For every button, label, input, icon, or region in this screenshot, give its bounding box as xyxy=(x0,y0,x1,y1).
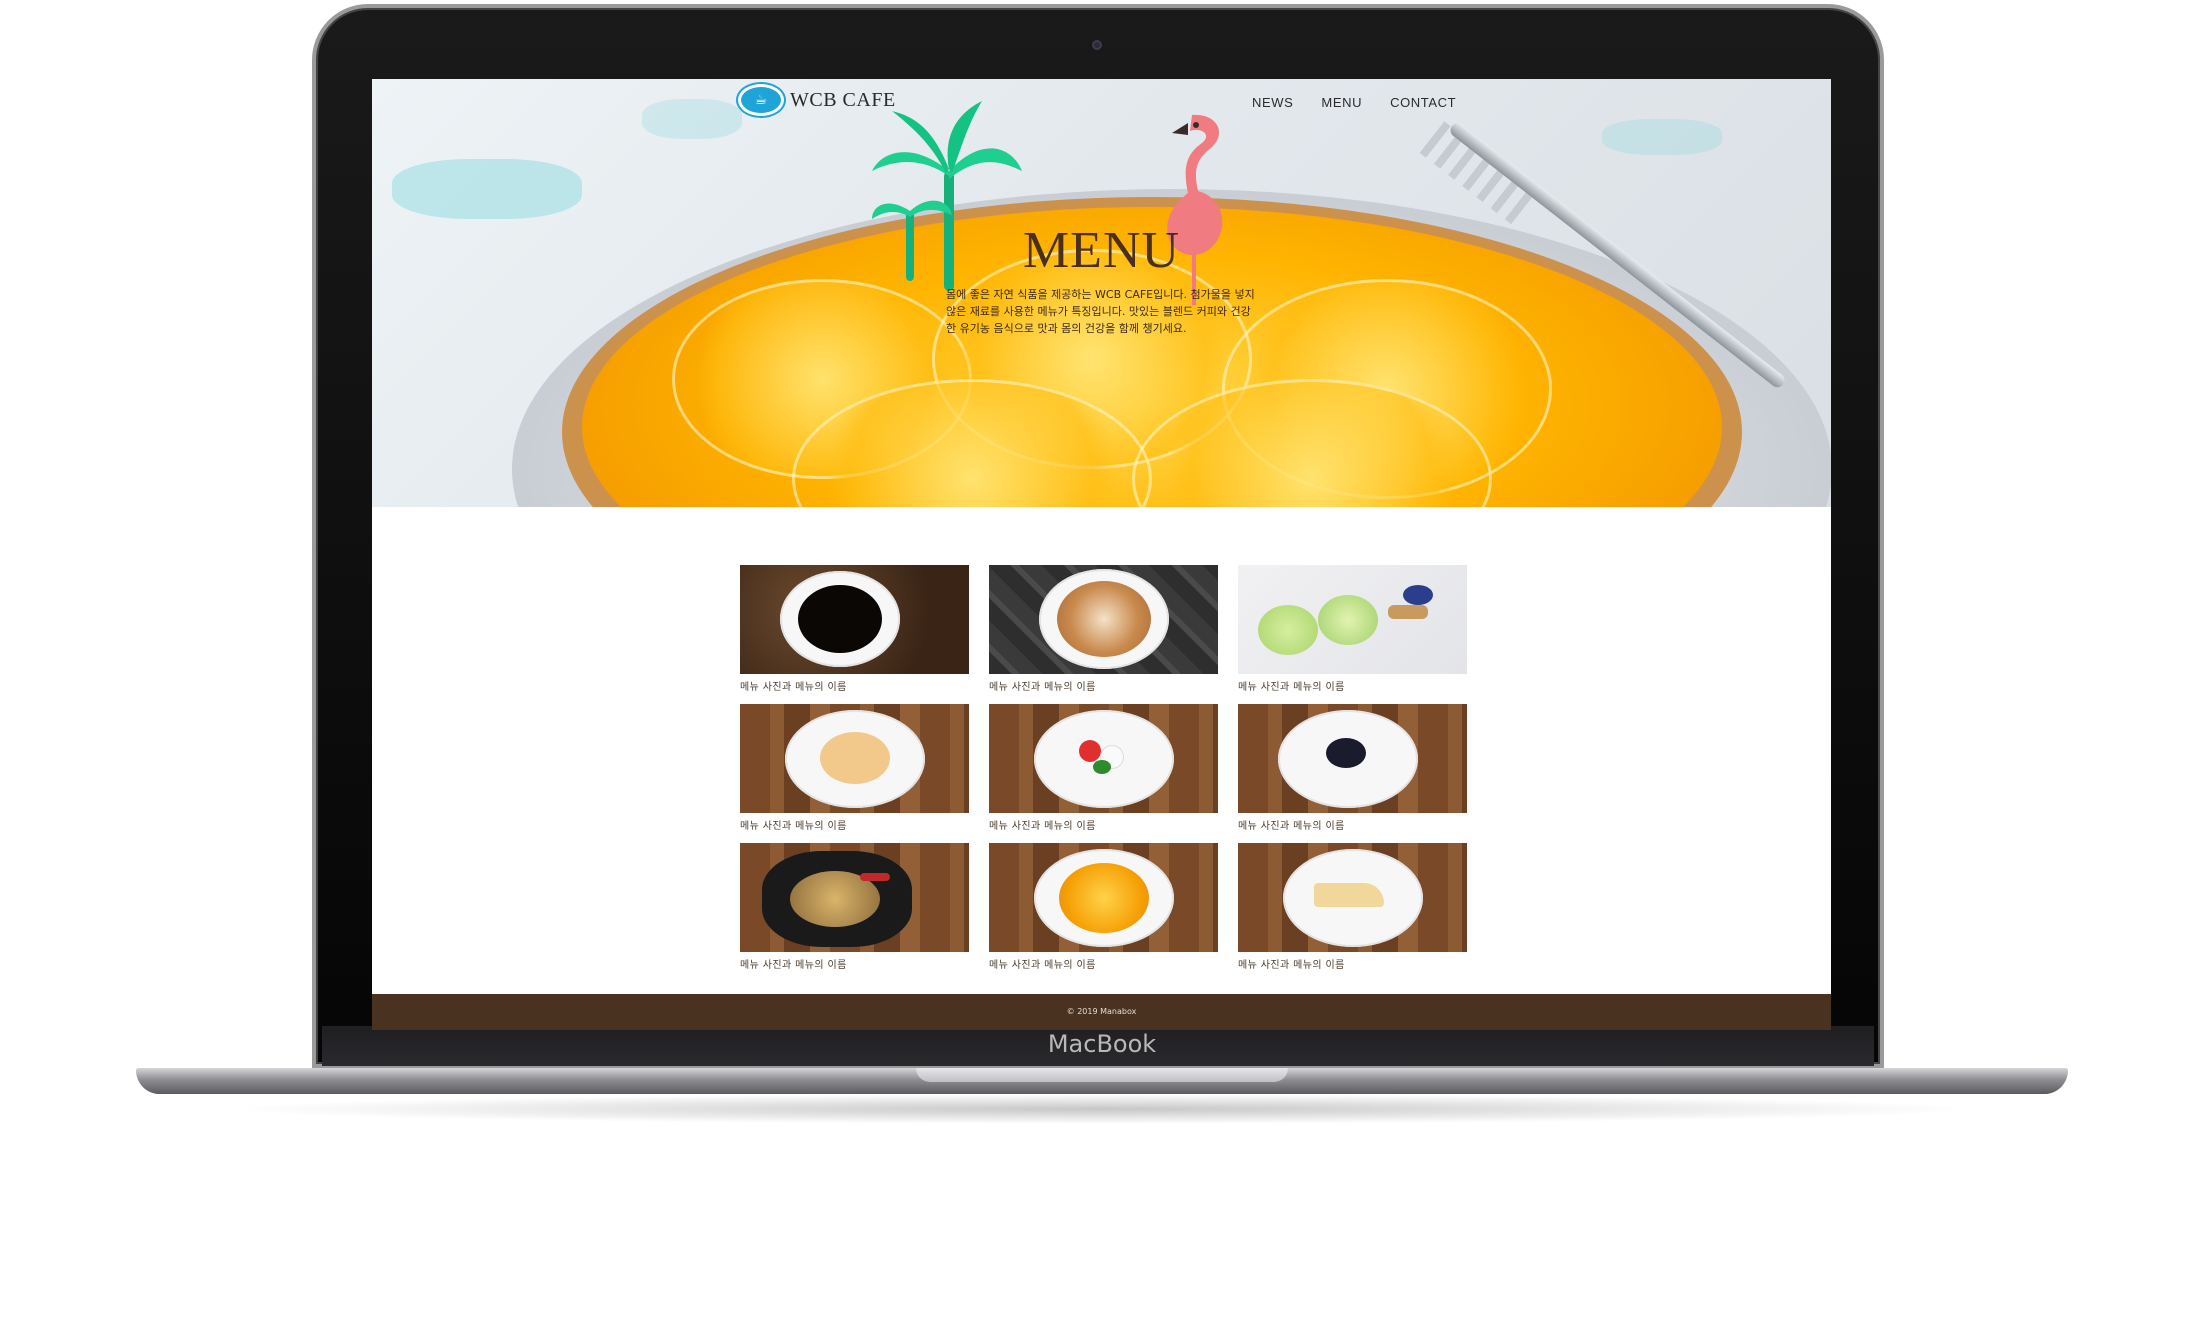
chili xyxy=(860,873,890,881)
menu-card[interactable]: 메뉴 사진과 메뉴의 이름 xyxy=(989,843,1218,972)
menu-photo-green-drinks xyxy=(1238,565,1467,674)
menu-photo-latte xyxy=(989,565,1218,674)
menu-card[interactable]: 메뉴 사진과 메뉴의 이름 xyxy=(989,704,1218,833)
sea-glass-decoration xyxy=(392,159,582,219)
menu-caption: 메뉴 사진과 메뉴의 이름 xyxy=(989,682,1096,693)
coffee xyxy=(798,585,882,653)
blackberries xyxy=(1326,738,1366,768)
menu-card[interactable]: 메뉴 사진과 메뉴의 이름 xyxy=(740,704,969,833)
blueberries xyxy=(1403,585,1433,605)
menu-caption: 메뉴 사진과 메뉴의 이름 xyxy=(989,960,1096,971)
sea-glass-decoration xyxy=(1602,119,1722,155)
drink xyxy=(1258,605,1318,655)
menu-photo-roasted-potatoes xyxy=(740,843,969,952)
tomato xyxy=(1079,740,1101,762)
menu-photo-blackberry-dessert xyxy=(1238,704,1467,813)
screen: ☕ WCB CAFE NEWS MENU CONTACT MENU 몸에 좋은 … xyxy=(372,79,1831,1030)
menu-photo-caprese xyxy=(989,704,1218,813)
menu-photo-orange-tart xyxy=(989,843,1218,952)
copyright: © 2019 Manabox xyxy=(1066,1007,1137,1016)
hero-description: 몸에 좋은 자연 식품을 제공하는 WCB CAFE입니다. 첨가물을 넣지 않… xyxy=(946,288,1255,335)
menu-photo-black-coffee xyxy=(740,565,969,674)
sea-glass-decoration xyxy=(642,99,742,139)
menu-caption: 메뉴 사진과 메뉴의 이름 xyxy=(740,682,847,693)
menu-caption: 메뉴 사진과 메뉴의 이름 xyxy=(1238,682,1345,693)
menu-caption: 메뉴 사진과 메뉴의 이름 xyxy=(1238,821,1345,832)
camera-icon xyxy=(1092,40,1102,50)
menu-card[interactable]: 메뉴 사진과 메뉴의 이름 xyxy=(740,565,969,694)
tart xyxy=(1059,863,1149,933)
laptop-notch xyxy=(916,1068,1288,1082)
spoon xyxy=(1388,605,1428,619)
menu-grid: 메뉴 사진과 메뉴의 이름 메뉴 사진과 메뉴의 이름 메뉴 사진과 메뉴의 이… xyxy=(740,565,1468,972)
basil xyxy=(1093,760,1111,774)
menu-photo-cheesecake xyxy=(1238,843,1467,952)
coffee-cup-icon: ☕ xyxy=(738,84,784,116)
cake-slice xyxy=(1314,883,1384,907)
soup xyxy=(820,732,890,784)
drink xyxy=(1318,595,1378,645)
menu-caption: 메뉴 사진과 메뉴의 이름 xyxy=(989,821,1096,832)
menu-card[interactable]: 메뉴 사진과 메뉴의 이름 xyxy=(740,843,969,972)
latte-art xyxy=(1057,581,1151,657)
logo-text: WCB CAFE xyxy=(790,88,896,111)
menu-caption: 메뉴 사진과 메뉴의 이름 xyxy=(740,960,847,971)
nav-contact[interactable]: CONTACT xyxy=(1390,95,1456,110)
hero-banner: ☕ WCB CAFE NEWS MENU CONTACT MENU 몸에 좋은 … xyxy=(372,79,1831,507)
menu-card[interactable]: 메뉴 사진과 메뉴의 이름 xyxy=(1238,843,1467,972)
menu-card[interactable]: 메뉴 사진과 메뉴의 이름 xyxy=(1238,704,1467,833)
device-label: MacBook xyxy=(1047,1030,1157,1058)
site-footer: © 2019 Manabox xyxy=(372,994,1831,1030)
menu-card[interactable]: 메뉴 사진과 메뉴의 이름 xyxy=(1238,565,1467,694)
site-logo[interactable]: ☕ WCB CAFE xyxy=(738,84,896,116)
nav-menu[interactable]: MENU xyxy=(1321,95,1362,110)
page-title: MENU xyxy=(1022,222,1181,279)
nav-news[interactable]: NEWS xyxy=(1252,95,1293,110)
menu-photo-soup xyxy=(740,704,969,813)
main-nav: NEWS MENU CONTACT xyxy=(1252,95,1456,110)
menu-caption: 메뉴 사진과 메뉴의 이름 xyxy=(1238,960,1345,971)
menu-card[interactable]: 메뉴 사진과 메뉴의 이름 xyxy=(989,565,1218,694)
laptop-shadow xyxy=(220,1094,1984,1124)
menu-caption: 메뉴 사진과 메뉴의 이름 xyxy=(740,821,847,832)
